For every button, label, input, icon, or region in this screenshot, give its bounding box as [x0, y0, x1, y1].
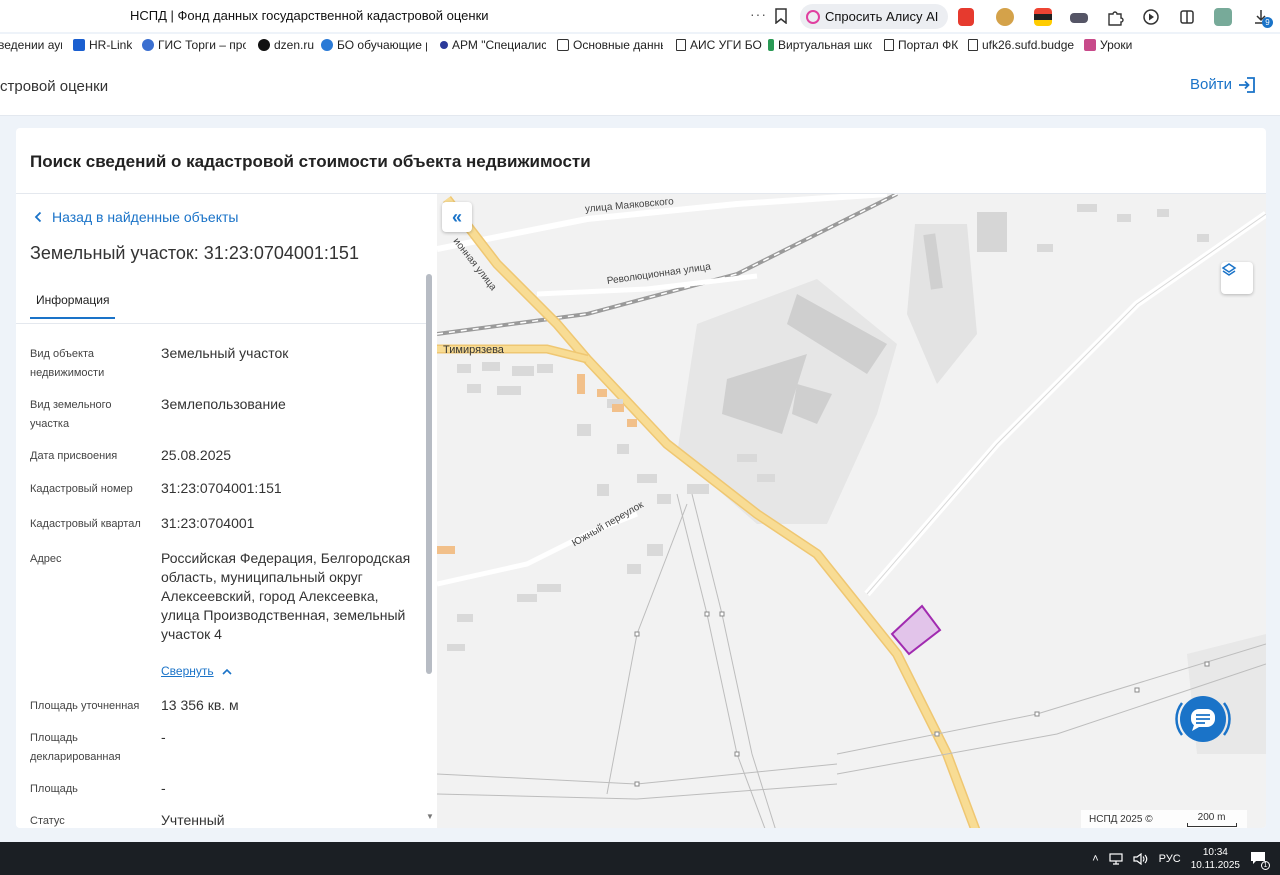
site-name: стровой оценки: [0, 78, 109, 95]
lessons-icon: [1084, 39, 1096, 51]
reading-list-icon[interactable]: [1178, 8, 1196, 26]
network-icon[interactable]: [1109, 852, 1123, 865]
land-type-label: Вид земельного участка: [30, 399, 112, 430]
object-title: Земельный участок: 31:23:0704001:151: [30, 243, 359, 263]
volume-icon[interactable]: [1133, 852, 1149, 865]
tab-information[interactable]: Информация: [30, 293, 116, 319]
browser-toolbar: НСПД | Фонд данных государственной кадас…: [0, 0, 1280, 32]
chat-icon: [1175, 696, 1231, 742]
street-label: Тимирязева: [443, 344, 504, 356]
download-badge: 9: [1262, 17, 1273, 28]
address-value: Российская Федерация, Белгородская облас…: [161, 550, 411, 642]
more-icon[interactable]: ···: [750, 6, 767, 22]
layers-button[interactable]: [1221, 262, 1253, 294]
search-panel: Поиск сведений о кадастровой стоимости о…: [16, 128, 1266, 828]
map-attribution: НСПД 2025 © 200 m: [1081, 810, 1247, 828]
taskbar: ˄ РУС 10:34 10.11.2025 1: [0, 842, 1280, 875]
gis-icon: [142, 39, 154, 51]
chat-button[interactable]: [1172, 688, 1234, 750]
collapse-link[interactable]: Свернуть: [161, 664, 232, 678]
notifications-button[interactable]: 1: [1250, 851, 1270, 870]
hrlink-icon: [73, 39, 85, 51]
map[interactable]: улица Маяковского Революционная улица ио…: [437, 194, 1266, 828]
bookmark-item[interactable]: БО обучающие рс: [321, 38, 427, 52]
bookmark-item[interactable]: ufk26.sufd.budget: [968, 38, 1074, 52]
bookmark-item[interactable]: Виртуальная шко: [768, 38, 872, 52]
map-canvas: [437, 194, 1266, 828]
extension-icon-5[interactable]: [1214, 8, 1232, 26]
area-refined-value: 13 356 кв. м: [161, 697, 239, 713]
bookmark-item[interactable]: HR-Link: [73, 38, 132, 52]
bookmark-item[interactable]: dzen.ru: [258, 38, 314, 52]
bookmarks-bar: ведении аукц HR-Link ГИС Торги – прод dz…: [0, 34, 1280, 56]
cad-number-label: Кадастровый номер: [30, 483, 133, 495]
quarter-label: Кадастровый квартал: [30, 518, 141, 530]
page-icon: [676, 39, 686, 51]
alice-icon: [806, 9, 820, 24]
area-label: Площадь: [30, 783, 78, 795]
status-value: Учтенный: [161, 812, 225, 828]
edge-icon: [321, 39, 333, 51]
extension-icon-1[interactable]: [958, 8, 974, 26]
arm-icon: [440, 41, 448, 49]
page-icon: [968, 39, 978, 51]
scroll-down-icon[interactable]: ▼: [426, 812, 434, 821]
alice-button[interactable]: Спросить Алису AI: [800, 4, 949, 29]
status-label: Статус: [30, 815, 65, 827]
chevron-up-icon[interactable]: ˄: [1092, 853, 1098, 865]
type-value: Земельный участок: [161, 345, 289, 361]
leaf-icon: [768, 39, 774, 51]
language-indicator[interactable]: РУС: [1159, 853, 1181, 865]
bookmark-item[interactable]: ГИС Торги – прод: [142, 38, 246, 52]
extension-icon-4[interactable]: [1070, 13, 1088, 23]
area-refined-label: Площадь уточненная: [30, 700, 140, 712]
extension-icon-3[interactable]: [1034, 8, 1052, 26]
bookmark-item[interactable]: ведении аукц: [0, 38, 62, 52]
type-label: Вид объекта недвижимости: [30, 348, 105, 379]
scale-bar: 200 m: [1186, 812, 1237, 827]
media-icon[interactable]: [1142, 8, 1160, 26]
chevron-left-icon: [34, 211, 42, 223]
bookmark-item[interactable]: АРМ "Специалис: [440, 38, 546, 52]
area-declared-label: Площадь декларированная: [30, 732, 121, 763]
site-header: стровой оценки Войти: [0, 56, 1280, 116]
b-icon: [557, 39, 569, 51]
page-title-bar: НСПД | Фонд данных государственной кадас…: [130, 8, 489, 23]
system-tray: ˄ РУС 10:34 10.11.2025 1: [1092, 842, 1270, 875]
divider: [16, 323, 426, 324]
address-label: Адрес: [30, 553, 62, 565]
bookmark-icon[interactable]: [774, 8, 788, 24]
collapse-panel-button[interactable]: «: [442, 202, 472, 232]
bookmark-item[interactable]: Основные данны: [557, 38, 663, 52]
bookmark-item[interactable]: Портал ФК: [884, 38, 958, 52]
extension-icon-2[interactable]: [996, 8, 1014, 26]
panel-title: Поиск сведений о кадастровой стоимости о…: [30, 152, 591, 171]
login-icon: [1239, 76, 1255, 93]
quarter-value: 31:23:0704001: [161, 515, 255, 531]
clock[interactable]: 10:34 10.11.2025: [1191, 846, 1240, 872]
dzen-icon: [258, 39, 270, 51]
alice-label: Спросить Алису AI: [825, 9, 939, 24]
date-value: 25.08.2025: [161, 447, 232, 463]
bookmark-item[interactable]: Уроки: [1084, 38, 1132, 52]
page-icon: [884, 39, 894, 51]
login-button[interactable]: Войти: [1190, 76, 1256, 93]
object-info-panel: Назад в найденные объекты Земельный учас…: [16, 194, 437, 828]
layers-icon: [1221, 263, 1237, 276]
bookmark-item[interactable]: АИС УГИ БО: [676, 38, 762, 52]
scrollbar[interactable]: [426, 274, 432, 674]
chevron-up-icon: [222, 668, 232, 675]
date-label: Дата присвоения: [30, 450, 118, 462]
puzzle-icon[interactable]: [1106, 8, 1124, 26]
back-link[interactable]: Назад в найденные объекты: [34, 209, 238, 225]
area-value: -: [161, 780, 166, 796]
area-declared-value: -: [161, 729, 166, 745]
land-type-value: Землепользование: [161, 396, 286, 412]
cad-number-value: 31:23:0704001:151: [161, 480, 282, 496]
